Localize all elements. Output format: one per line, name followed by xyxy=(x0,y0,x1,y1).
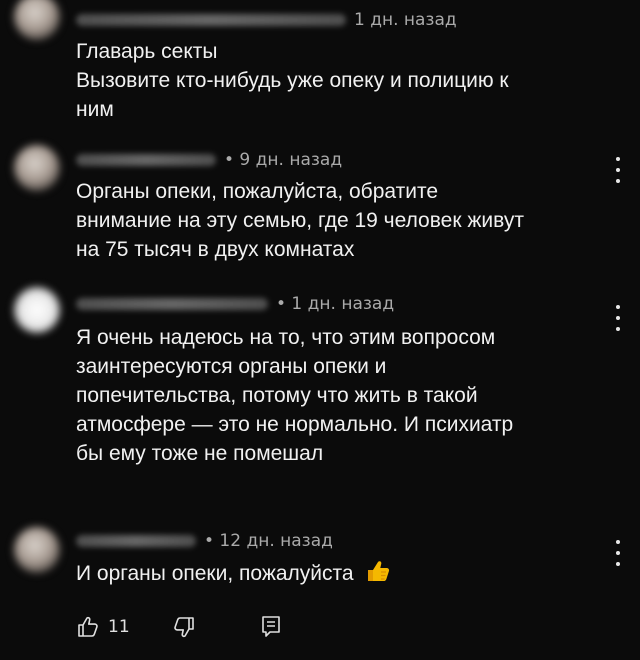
comment-time: • 9 дн. назад xyxy=(224,150,343,170)
comment-line: бы ему тоже не помешал xyxy=(76,442,324,465)
avatar[interactable] xyxy=(14,287,60,333)
comment-meta: • 1 дн. назад xyxy=(76,293,394,315)
comment-line: Органы опеки, пожалуйста, обратите xyxy=(76,180,439,203)
avatar[interactable] xyxy=(14,527,60,573)
comment-line: заинтересуются органы опеки и xyxy=(76,355,387,378)
author-name-blurred[interactable] xyxy=(76,14,346,26)
comment-text: И органы опеки, пожалуйста xyxy=(76,558,624,592)
reply-button[interactable] xyxy=(260,615,282,639)
comment-text: Я очень надеюсь на то, что этим вопросом… xyxy=(76,323,624,468)
comment-text: Органы опеки, пожалуйста, обратите внима… xyxy=(76,177,624,264)
reply-comment-icon xyxy=(261,616,280,637)
author-name-blurred[interactable] xyxy=(76,535,196,547)
thumbs-up-emoji xyxy=(365,558,391,592)
like-count: 11 xyxy=(108,617,130,637)
comment-text: Главарь секты Вызовите кто-нибудь уже оп… xyxy=(76,37,624,124)
author-name-blurred[interactable] xyxy=(76,154,216,166)
comment-line: Главарь секты xyxy=(76,40,218,63)
comment-actions: 11 xyxy=(76,612,282,642)
author-name-blurred[interactable] xyxy=(76,298,268,310)
comment-line: Вызовите кто-нибудь уже опеку и полицию … xyxy=(76,69,509,92)
comment-meta: • 12 дн. назад xyxy=(76,530,333,552)
comment-line: Я очень надеюсь на то, что этим вопросом xyxy=(76,326,496,349)
like-button[interactable]: 11 xyxy=(76,615,130,639)
comment-line: ним xyxy=(76,98,114,121)
comment-time: 1 дн. назад xyxy=(354,10,457,30)
comment-time: • 1 дн. назад xyxy=(276,294,395,314)
dislike-button[interactable] xyxy=(172,615,196,639)
comment-line: И органы опеки, пожалуйста xyxy=(76,562,354,585)
comment-line: на 75 тысяч в двух комнатах xyxy=(76,238,355,261)
avatar[interactable] xyxy=(14,145,60,191)
avatar[interactable] xyxy=(14,0,60,40)
comment-line: атмосфере — это не нормально. И психиатр xyxy=(76,413,514,436)
comment-line: попечительства, потому что жить в такой xyxy=(76,384,478,407)
comment-line: внимание на эту семью, где 19 человек жи… xyxy=(76,209,524,232)
comment-meta: 1 дн. назад xyxy=(76,9,457,31)
comment-meta: • 9 дн. назад xyxy=(76,149,342,171)
comment-time: • 12 дн. назад xyxy=(204,531,333,551)
thumbs-up-outline-icon xyxy=(78,616,98,637)
thumbs-down-outline-icon xyxy=(173,617,194,638)
